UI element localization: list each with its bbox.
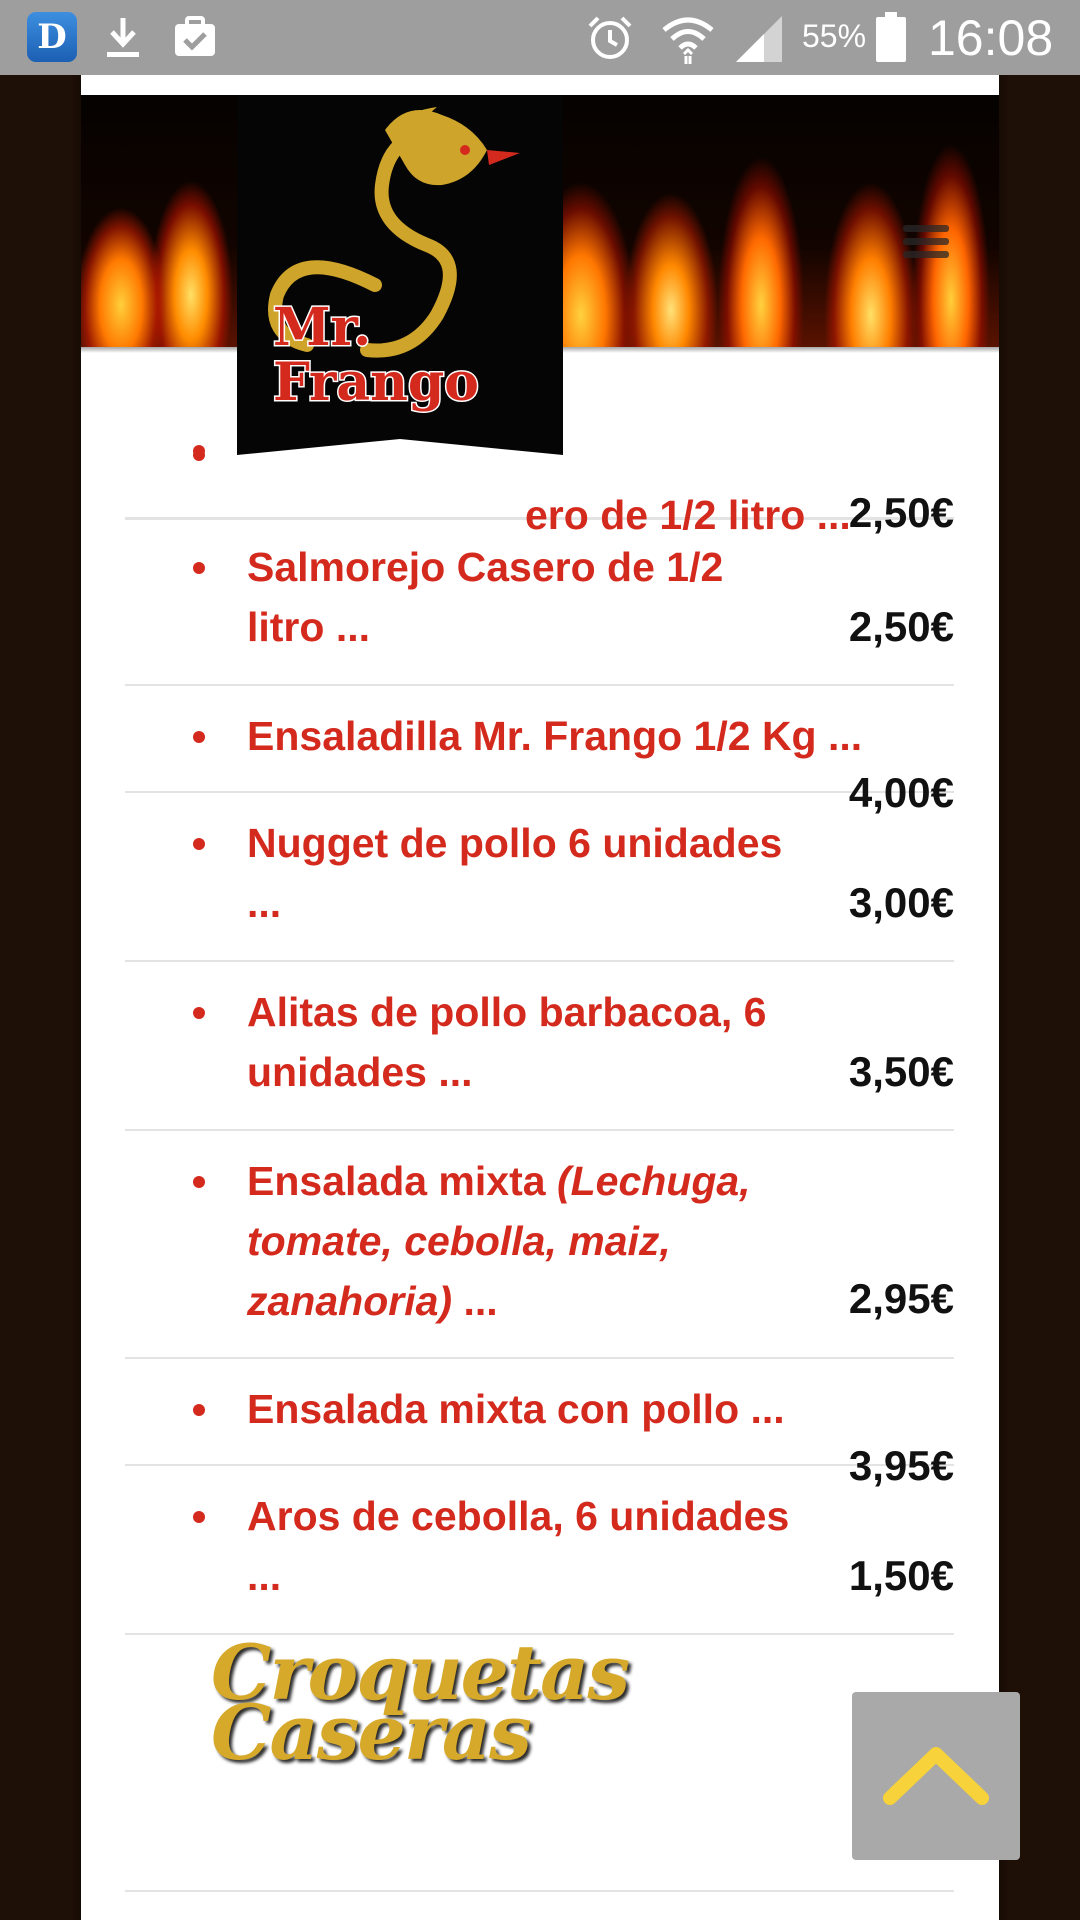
alarm-icon [588,16,632,59]
item-name: Alitas de pollo barbacoa, 6 unidades ... [247,989,767,1095]
clock: 16:08 [928,10,1054,66]
chevron-up-icon [883,1747,989,1805]
menu-item-nugget[interactable]: Nugget de pollo 6 unidades ... 3,00€ [125,793,954,962]
scroll-to-top-button[interactable] [852,1692,1020,1860]
item-name: Salmorejo Casero de 1/2 litro ... [247,544,724,650]
rooster-logo-icon[interactable]: Mr. Frango [237,95,563,455]
clipboard-check-icon [175,16,215,56]
bullet [193,731,205,743]
item-name: Nugget de pollo 6 unidades ... [247,820,783,926]
menu-item-aros-cebolla[interactable]: Aros de cebolla, 6 unidades ... 1,50€ [125,1466,954,1635]
section-title-croquetas: Croquetas Caseras [211,1628,630,1777]
bullet [193,1511,205,1523]
menu-item-salmorejo[interactable]: Salmorejo Casero de 1/2 litro ... 2,50€ [125,517,954,686]
brand-line2: Frango [273,352,479,413]
item-name: Ensaladilla Mr. Frango 1/2 Kg ... [247,713,863,759]
menu-item-ensalada-mixta[interactable]: Ensalada mixta (Lechuga, tomate, cebolla… [125,1131,954,1359]
item-price: 3,00€ [848,879,954,926]
item-name: Aros de cebolla, 6 unidades ... [247,1493,790,1599]
battery-icon [876,12,906,62]
item-price: 3,50€ [848,1048,954,1095]
item-price: 1,50€ [848,1552,954,1599]
divider [125,1890,954,1892]
item-name: Ensalada mixta (Lechuga, tomate, cebolla… [247,1151,847,1331]
signal-icon [736,16,782,62]
hamburger-menu-icon[interactable] [903,225,949,265]
page-shadow-right [999,75,1009,1920]
item-name: Ensalada mixta con pollo ... [247,1386,785,1432]
item-name-tail: ... [452,1278,498,1324]
battery-percentage: 55% [802,18,867,54]
menu-item-alitas[interactable]: Alitas de pollo barbacoa, 6 unidades ...… [125,962,954,1131]
menu-item-ensaladilla[interactable]: Ensaladilla Mr. Frango 1/2 Kg ... [125,686,954,793]
item-name-main: Ensalada mixta [247,1158,557,1204]
bullet [193,838,205,850]
bullet [193,1404,205,1416]
item-price: 2,50€ [848,603,954,650]
bullet [193,562,205,574]
item-price: 2,95€ [848,1275,954,1322]
wifi-icon [662,17,714,64]
bullet [193,449,205,461]
page-content: ero de 1/2 litro ... 2,50€ Salmorejo Cas… [81,75,999,1920]
brand-line1: Mr. [273,297,371,358]
download-icon [107,18,139,57]
bullet [193,1007,205,1019]
app-d-icon: D [27,12,77,62]
page-shadow-left [71,75,81,1920]
menu-item-ensalada-pollo[interactable]: Ensalada mixta con pollo ... [125,1359,954,1466]
bullet [193,1176,205,1188]
status-bar: D 55% 16:08 [0,0,1080,75]
